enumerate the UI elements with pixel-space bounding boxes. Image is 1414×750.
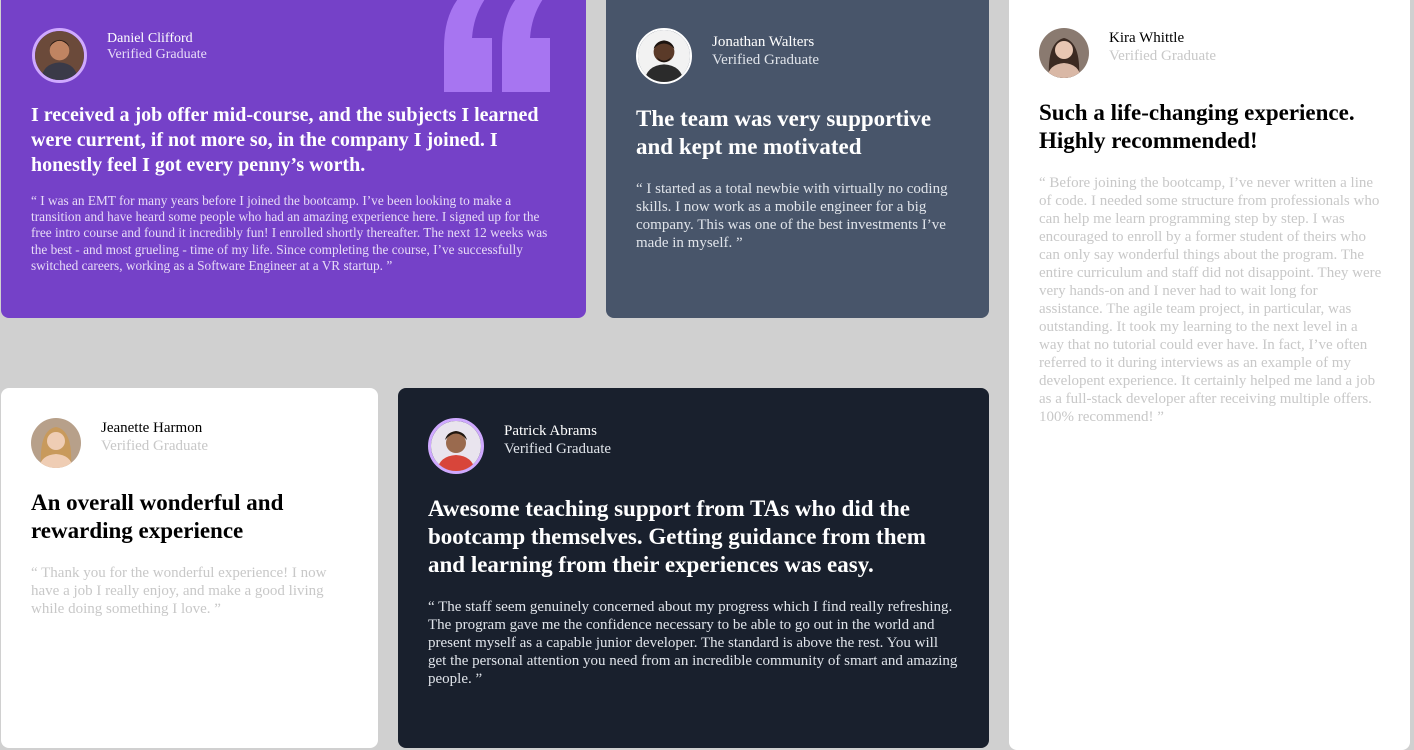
testimonial-quote: “ The staff seem genuinely concerned abo… <box>428 599 958 687</box>
author-role: Verified Graduate <box>107 46 207 62</box>
quotation-mark-icon <box>444 0 550 92</box>
testimonial-quote: “ I was an EMT for many years before I j… <box>31 193 548 273</box>
testimonial-quote: “ Before joining the bootcamp, I’ve neve… <box>1039 175 1382 425</box>
testimonial-quote: “ I started as a total newbie with virtu… <box>636 181 948 251</box>
testimonial-headline: The team was very supportive and kept me… <box>636 106 932 159</box>
testimonial-card-jonathan: Jonathan Walters Verified Graduate The t… <box>606 0 989 318</box>
testimonial-card-daniel: Daniel Clifford Verified Graduate I rece… <box>1 0 586 318</box>
author-header: Jonathan Walters Verified Graduate <box>636 28 819 84</box>
author-name: Patrick Abrams <box>504 423 597 439</box>
testimonial-headline: I received a job offer mid-course, and t… <box>31 104 539 176</box>
author-name: Daniel Clifford <box>107 30 193 46</box>
avatar-icon <box>32 28 87 83</box>
testimonial-headline: Such a life-changing experience. Highly … <box>1039 100 1355 153</box>
author-role: Verified Graduate <box>504 441 612 457</box>
author-role: Verified Graduate <box>1109 48 1217 64</box>
author-role: Verified Graduate <box>101 438 209 454</box>
testimonial-headline: Awesome teaching support from TAs who di… <box>428 496 926 577</box>
testimonial-quote: “ Thank you for the wonderful experience… <box>31 565 327 617</box>
testimonial-card-jeanette: Jeanette Harmon Verified Graduate An ove… <box>1 388 378 748</box>
avatar-icon <box>1039 28 1089 78</box>
author-header: Daniel Clifford Verified Graduate <box>32 28 207 83</box>
author-header: Kira Whittle Verified Graduate <box>1039 28 1216 78</box>
author-name: Jeanette Harmon <box>101 420 203 436</box>
testimonial-card-kira: Kira Whittle Verified Graduate Such a li… <box>1009 0 1410 750</box>
author-header: Patrick Abrams Verified Graduate <box>428 418 611 474</box>
testimonial-card-patrick: Patrick Abrams Verified Graduate Awesome… <box>398 388 989 748</box>
avatar-icon <box>636 28 692 84</box>
testimonial-headline: An overall wonderful and rewarding exper… <box>31 490 284 543</box>
author-name: Kira Whittle <box>1109 30 1185 46</box>
author-role: Verified Graduate <box>712 52 820 68</box>
avatar-icon <box>31 418 81 468</box>
avatar-icon <box>428 418 484 474</box>
author-name: Jonathan Walters <box>712 34 815 50</box>
author-header: Jeanette Harmon Verified Graduate <box>31 418 208 468</box>
